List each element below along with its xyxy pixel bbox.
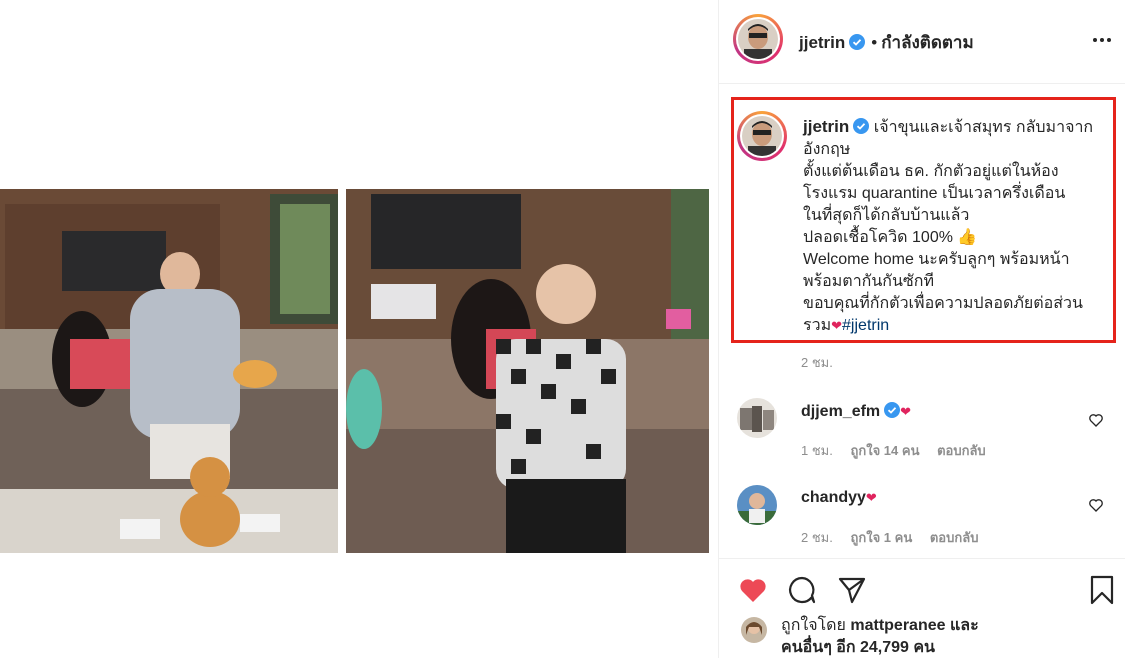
comment-time[interactable]: 1 ชม. <box>801 443 833 458</box>
likes-others-count[interactable]: คนอื่นๆ อีก 24,799 คน <box>781 639 935 656</box>
caption-line: Welcome home นะครับลูกๆ พร้อมหน้า <box>803 251 1070 268</box>
likes-prefix: ถูกใจโดย <box>781 617 846 634</box>
commenter-username[interactable]: chandyy❤ <box>801 489 877 507</box>
caption-time[interactable]: 2 ชม. <box>801 352 833 373</box>
caption-line: jjetrin เจ้าขุนและเจ้าสมุทร กลับมาจาก <box>803 116 1108 139</box>
post-photo-2[interactable] <box>346 189 709 553</box>
hashtag-link[interactable]: #jjetrin <box>842 317 889 334</box>
reply-button[interactable]: ตอบกลับ <box>937 443 986 458</box>
caption-username[interactable]: jjetrin <box>803 117 849 136</box>
caption-line: โรงแรม quarantine เป็นเวลาครึ่งเดือน <box>803 185 1066 202</box>
comment-meta: 1 ชม. ถูกใจ 14 คน ตอบกลับ <box>801 440 1000 461</box>
separator-dot: • <box>871 33 878 52</box>
caption-text: jjetrin เจ้าขุนและเจ้าสมุทร กลับมาจาก อั… <box>803 116 1108 337</box>
verified-badge-icon <box>884 402 901 418</box>
caption-line: รวม❤#jjetrin <box>803 315 1108 337</box>
likes-text: ถูกใจโดย mattperanee และ คนอื่นๆ อีก 24,… <box>781 615 979 658</box>
liker-avatar[interactable] <box>741 617 767 643</box>
more-icon[interactable] <box>1090 28 1114 52</box>
caption-line: พร้อมตากันกันซักที <box>803 273 935 290</box>
reply-button[interactable]: ตอบกลับ <box>930 530 979 545</box>
commenter-username[interactable]: djjem_efm ❤ <box>801 402 911 421</box>
red-heart-icon: ❤ <box>831 318 843 333</box>
comment-icon[interactable] <box>786 574 818 606</box>
likes-and: และ <box>949 617 979 634</box>
following-button[interactable]: กำลังติดตาม <box>881 33 973 52</box>
red-heart-icon: ❤ <box>900 404 912 419</box>
author-username[interactable]: jjetrin <box>799 33 845 52</box>
post-side-panel: jjetrin • กำลังติดตาม jjetrin เจ้าขุนและเจ… <box>718 0 1125 658</box>
comment-time[interactable]: 2 ชม. <box>801 530 833 545</box>
verified-badge-icon <box>849 34 866 50</box>
post-photo-1[interactable] <box>0 189 338 553</box>
bookmark-icon[interactable] <box>1086 574 1118 606</box>
heart-filled-icon[interactable] <box>737 574 769 606</box>
caption-line: อังกฤษ <box>803 141 851 158</box>
caption-author-avatar[interactable] <box>737 111 787 161</box>
caption-line-text: รวม <box>803 317 832 334</box>
comment-likes[interactable]: ถูกใจ 1 คน <box>850 530 912 545</box>
author-line: jjetrin • กำลังติดตาม <box>799 29 974 56</box>
caption-line: ตั้งแต่ต้นเดือน ธค. กักตัวอยู่แต่ในห้อง <box>803 163 1059 180</box>
commenter-avatar[interactable] <box>737 398 777 438</box>
comment-likes[interactable]: ถูกใจ 14 คน <box>850 443 919 458</box>
caption-highlight: jjetrin เจ้าขุนและเจ้าสมุทร กลับมาจาก อั… <box>731 97 1116 343</box>
post-media <box>0 0 718 658</box>
caption-line: ขอบคุณที่กักตัวเพื่อความปลอดภัยต่อส่วน <box>803 295 1083 312</box>
caption-line: ปลอดเชื้อโควิด 100% 👍 <box>803 229 978 246</box>
verified-badge-icon <box>853 118 870 134</box>
post-header: jjetrin • กำลังติดตาม <box>719 0 1125 84</box>
red-heart-icon: ❤ <box>865 490 877 505</box>
heart-outline-icon[interactable] <box>1088 497 1104 513</box>
liker-username[interactable]: mattperanee <box>850 617 945 634</box>
commenter-avatar[interactable] <box>737 485 777 525</box>
caption-line-text: เจ้าขุนและเจ้าสมุทร กลับมาจาก <box>873 119 1094 136</box>
heart-outline-icon[interactable] <box>1088 412 1104 428</box>
comment-meta: 2 ชม. ถูกใจ 1 คน ตอบกลับ <box>801 527 992 548</box>
share-icon[interactable] <box>836 574 868 606</box>
caption-line: ในที่สุดก็ได้กลับบ้านแล้ว <box>803 207 970 224</box>
author-avatar[interactable] <box>733 14 783 64</box>
